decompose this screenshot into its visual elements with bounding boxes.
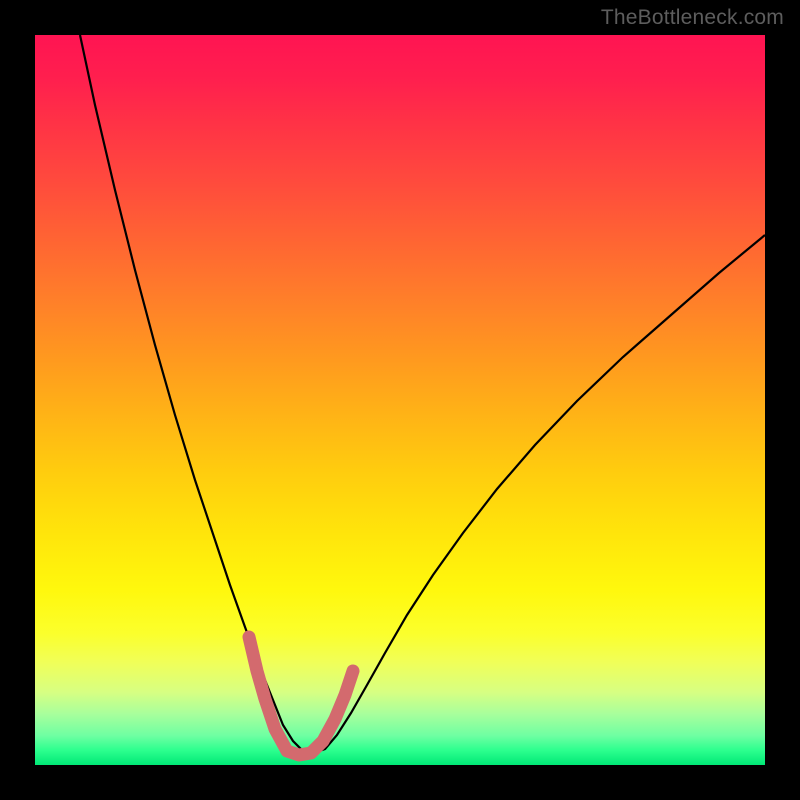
watermark-text: TheBottleneck.com — [601, 6, 784, 30]
plot-area — [35, 35, 765, 765]
bottleneck-curve — [80, 35, 765, 753]
chart-svg — [35, 35, 765, 765]
chart-frame: TheBottleneck.com — [0, 0, 800, 800]
valley-highlight — [249, 637, 353, 755]
